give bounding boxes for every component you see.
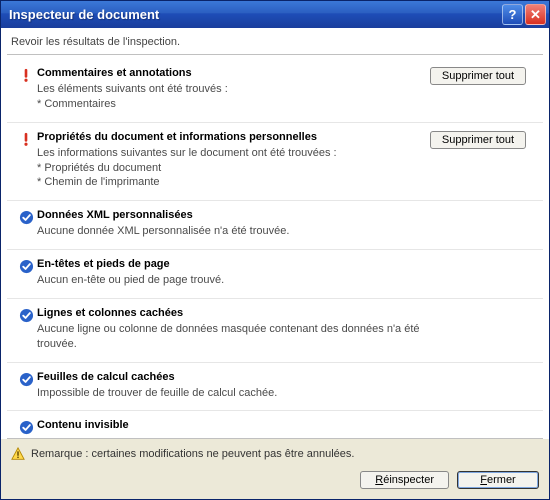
check-icon — [19, 308, 34, 323]
status-icon-col — [15, 67, 37, 112]
warning-icon — [11, 447, 25, 461]
instruction-text: Revoir les résultats de l'inspection. — [1, 28, 549, 54]
result-item: Commentaires et annotations Les éléments … — [7, 59, 543, 123]
note-text: Remarque : certaines modifications ne pe… — [31, 448, 354, 460]
remove-all-button[interactable]: Supprimer tout — [430, 67, 526, 85]
help-button[interactable]: ? — [502, 4, 523, 25]
check-icon — [19, 259, 34, 274]
result-body: Feuilles de calcul cachées Impossible de … — [37, 371, 430, 401]
result-item: Propriétés du document et informations p… — [7, 123, 543, 202]
action-col: Supprimer tout — [430, 131, 535, 191]
action-col — [430, 371, 535, 401]
reinspect-button[interactable]: Réinspecter — [360, 471, 449, 489]
result-title: Commentaires et annotations — [37, 67, 430, 79]
reinspect-label-rest: éinspecter — [383, 474, 434, 486]
status-icon-col — [15, 258, 37, 288]
result-description: Aucun en-tête ou pied de page trouvé. — [37, 273, 430, 288]
result-description: Les éléments suivants ont été trouvés : … — [37, 82, 430, 112]
result-body: En-têtes et pieds de page Aucun en-tête o… — [37, 258, 430, 288]
status-icon-col — [15, 371, 37, 401]
result-description: Les informations suivantes sur le docume… — [37, 146, 430, 191]
status-icon-col — [15, 209, 37, 239]
close-window-button[interactable]: ✕ — [525, 4, 546, 25]
footer: Remarque : certaines modifications ne pe… — [1, 439, 549, 499]
status-icon-col — [15, 419, 37, 435]
titlebar-button-group: ? ✕ — [502, 4, 546, 25]
result-title: Données XML personnalisées — [37, 209, 430, 221]
close-label-rest: ermer — [487, 474, 516, 486]
result-title: Contenu invisible — [37, 419, 430, 431]
action-col — [430, 209, 535, 239]
help-icon: ? — [509, 7, 517, 22]
result-title: Feuilles de calcul cachées — [37, 371, 430, 383]
result-body: Lignes et colonnes cachées Aucune ligne o… — [37, 307, 430, 352]
footer-button-row: Réinspecter Fermer — [11, 471, 539, 489]
dialog-window: Inspecteur de document ? ✕ Revoir les ré… — [0, 0, 550, 500]
status-icon-col — [15, 131, 37, 191]
result-title: Lignes et colonnes cachées — [37, 307, 430, 319]
result-body: Données XML personnalisées Aucune donnée … — [37, 209, 430, 239]
result-title: Propriétés du document et informations p… — [37, 131, 430, 143]
result-title: En-têtes et pieds de page — [37, 258, 430, 270]
result-item: En-têtes et pieds de page Aucun en-tête o… — [7, 250, 543, 299]
result-body: Commentaires et annotations Les éléments … — [37, 67, 430, 112]
result-description: Impossible de trouver de feuille de calc… — [37, 386, 430, 401]
note-row: Remarque : certaines modifications ne pe… — [11, 447, 539, 461]
dialog-title: Inspecteur de document — [9, 7, 502, 22]
remove-all-button[interactable]: Supprimer tout — [430, 131, 526, 149]
result-item: Lignes et colonnes cachées Aucune ligne o… — [7, 299, 543, 363]
result-body: Propriétés du document et informations p… — [37, 131, 430, 191]
titlebar: Inspecteur de document ? ✕ — [1, 1, 549, 28]
result-item: Feuilles de calcul cachées Impossible de … — [7, 363, 543, 412]
close-button[interactable]: Fermer — [457, 471, 539, 489]
result-item: Données XML personnalisées Aucune donnée … — [7, 201, 543, 250]
result-description: Aucune ligne ou colonne de données masqu… — [37, 322, 430, 352]
action-col — [430, 419, 535, 435]
check-icon — [19, 372, 34, 387]
action-col — [430, 307, 535, 352]
status-icon-col — [15, 307, 37, 352]
close-icon: ✕ — [530, 7, 541, 23]
result-body: Contenu invisible — [37, 419, 430, 435]
check-icon — [19, 420, 34, 435]
result-item: Contenu invisible — [7, 411, 543, 439]
alert-icon — [19, 68, 33, 82]
results-list[interactable]: Commentaires et annotations Les éléments … — [7, 54, 543, 439]
alert-icon — [19, 132, 33, 146]
check-icon — [19, 210, 34, 225]
result-description: Aucune donnée XML personnalisée n'a été … — [37, 224, 430, 239]
action-col: Supprimer tout — [430, 67, 535, 112]
action-col — [430, 258, 535, 288]
